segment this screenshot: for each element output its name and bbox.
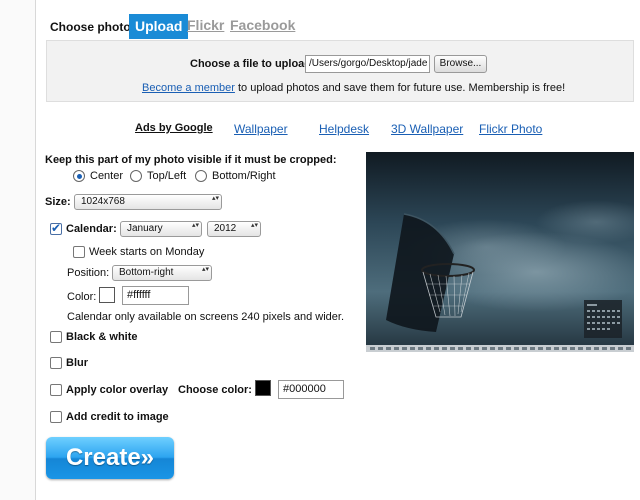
crop-topleft-label: Top/Left: [147, 170, 187, 182]
choose-color-label: Choose color:: [178, 384, 252, 396]
wallpaper-preview-image: [366, 152, 634, 352]
week-monday-checkbox[interactable]: [73, 246, 85, 258]
calendar-label: Calendar:: [66, 223, 117, 235]
tab-facebook[interactable]: Facebook: [230, 17, 295, 33]
file-path-input[interactable]: /Users/gorgo/Desktop/jade: [305, 55, 430, 73]
ad-link-wallpaper[interactable]: Wallpaper: [234, 122, 288, 136]
blur-checkbox[interactable]: [50, 357, 62, 369]
tab-flickr[interactable]: Flickr: [187, 17, 224, 33]
browse-button[interactable]: Browse...: [434, 55, 487, 73]
position-select[interactable]: Bottom-right: [112, 265, 212, 281]
calendar-color-input[interactable]: #ffffff: [122, 286, 189, 305]
color-label: Color:: [67, 291, 97, 303]
crop-bottomright-radio[interactable]: [195, 170, 207, 182]
ad-link-helpdesk[interactable]: Helpdesk: [319, 122, 369, 136]
crop-title: Keep this part of my photo visible if it…: [45, 154, 337, 166]
crop-bottomright-label: Bottom/Right: [212, 170, 276, 182]
file-upload-label: Choose a file to upload:: [190, 58, 315, 70]
black-white-label: Black & white: [66, 331, 138, 343]
color-overlay-checkbox[interactable]: [50, 384, 62, 396]
crop-center-label: Center: [90, 170, 124, 182]
membership-text: to upload photos and save them for futur…: [234, 82, 566, 94]
position-label: Position:: [67, 267, 110, 279]
crop-center-radio[interactable]: [73, 170, 85, 182]
create-button[interactable]: Create»: [46, 437, 174, 479]
black-white-checkbox[interactable]: [50, 331, 62, 343]
ads-by-google-label[interactable]: Ads by Google: [135, 122, 213, 134]
blur-label: Blur: [66, 357, 88, 369]
choose-photo-label: Choose photo:: [50, 20, 135, 34]
calendar-checkbox[interactable]: [50, 221, 62, 235]
basketball-hoop-photo: [366, 152, 634, 352]
overlay-color-input[interactable]: #000000: [278, 380, 344, 399]
calendar-note: Calendar only available on screens 240 p…: [67, 311, 345, 323]
tab-upload[interactable]: Upload: [129, 14, 189, 39]
ad-link-3d-wallpaper[interactable]: 3D Wallpaper: [391, 122, 463, 136]
size-select[interactable]: 1024x768: [74, 194, 222, 210]
ad-link-flickr-photo[interactable]: Flickr Photo: [479, 122, 542, 136]
year-select[interactable]: 2012: [207, 221, 261, 237]
week-monday-label: Week starts on Monday: [89, 246, 205, 258]
crop-topleft-radio[interactable]: [130, 170, 142, 182]
month-select[interactable]: January: [120, 221, 202, 237]
add-credit-checkbox[interactable]: [50, 411, 62, 423]
size-label: Size:: [45, 196, 71, 208]
overlay-color-swatch[interactable]: [255, 380, 271, 396]
membership-line: Become a member to upload photos and sav…: [142, 82, 565, 94]
become-member-link[interactable]: Become a member: [142, 82, 235, 94]
add-credit-label: Add credit to image: [66, 411, 169, 423]
left-margin-strip: [0, 0, 36, 500]
calendar-color-swatch[interactable]: [99, 287, 115, 303]
color-overlay-label: Apply color overlay: [66, 384, 169, 396]
